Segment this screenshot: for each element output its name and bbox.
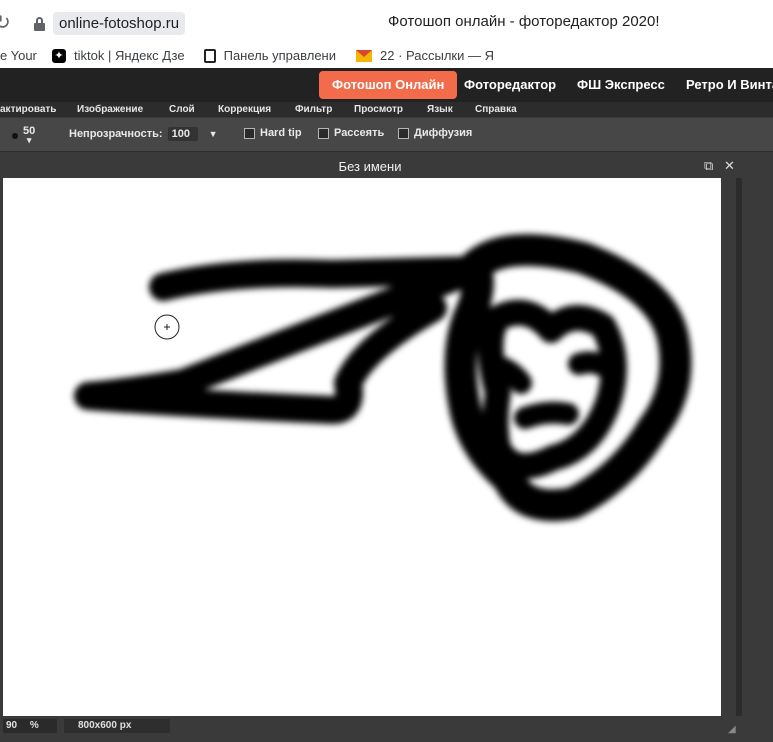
lock-icon[interactable] [34,16,45,31]
scatter-label: Рассеять [334,127,385,139]
close-icon[interactable]: ✕ [724,158,735,174]
brush-stroke-zigzag [74,256,487,424]
brush-stroke-face-inner [477,299,627,479]
brush-options-toolbar: 50 ▾ Непрозрачность: 100 ▼ Hard tip Расс… [0,117,773,152]
resize-grip-icon[interactable]: ◢ [728,724,738,735]
brush-stroke-eye-left [492,357,532,394]
bookmark-item[interactable]: e Your [0,48,40,63]
nav-item-photo-editor[interactable]: Фоторедактор [464,68,556,102]
browser-address-bar: ↻ online-fotoshop.ru Фотошоп онлайн - фо… [0,0,773,45]
menu-language[interactable]: Язык [427,102,453,117]
opacity-control: Непрозрачность: 100 ▼ [69,127,218,141]
menu-layer[interactable]: Слой [169,102,195,117]
bookmarks-bar: e Your ✦ tiktok | Яндекс Дзе Панель упра… [0,44,773,69]
url-text[interactable]: online-fotoshop.ru [53,11,186,35]
restore-window-icon[interactable]: ⧉ [704,158,713,174]
zoom-control[interactable]: 90 % [3,719,57,733]
scatter-option[interactable]: Рассеять [318,127,384,139]
bookmark-label: 22 · Рассылки — Я [380,48,494,63]
nav-item-express[interactable]: ФШ Экспресс [577,68,665,102]
brush-stroke-mouth [514,401,579,429]
document-size: 800x600 px [64,719,170,733]
zoom-unit: % [29,720,39,731]
brush-stroke-eye-right [568,351,614,377]
vertical-scrollbar[interactable] [736,178,742,716]
sparkle-icon: ✦ [52,48,66,63]
bookmark-label: Панель управлени [223,48,336,63]
hard-tip-label: Hard tip [260,127,302,139]
address-field[interactable]: online-fotoshop.ru [28,10,191,36]
document-status-bar: 90 % 800x600 px [0,718,740,734]
menu-view[interactable]: Просмотр [354,102,403,117]
document-title-bar: Без имени [0,157,740,177]
bookmark-item-tiktok[interactable]: ✦ tiktok | Яндекс Дзе [52,48,192,63]
hard-tip-option[interactable]: Hard tip [244,127,302,139]
diffusion-label: Диффузия [414,127,473,139]
brush-size-control[interactable]: 50 ▾ [0,126,35,145]
scatter-checkbox[interactable] [318,127,329,139]
menu-image[interactable]: Изображение [77,102,143,117]
diffusion-checkbox[interactable] [398,127,409,139]
zoom-value[interactable]: 90 [6,720,17,731]
bookmark-label: tiktok | Яндекс Дзе [74,48,185,63]
menu-correction[interactable]: Коррекция [218,102,271,117]
page-tab-title: Фотошоп онлайн - фотоpедактоp 2020! [388,13,660,30]
drawing-canvas[interactable] [3,178,721,716]
menu-edit[interactable]: актировать [0,102,56,117]
menu-filter[interactable]: Фильтр [295,102,332,117]
nav-item-retro[interactable]: Ретро И Винта [686,68,773,102]
bookmark-item-panel[interactable]: Панель управлени [204,48,336,63]
document-title: Без имени [338,159,402,174]
opacity-input[interactable]: 100 [167,127,198,141]
diffusion-option[interactable]: Диффузия [398,127,472,139]
chevron-down-icon[interactable]: ▼ [209,129,218,139]
brush-cursor [154,314,180,340]
hard-tip-checkbox[interactable] [244,127,255,139]
bookmark-item-mail[interactable]: 22 · Рассылки — Я [356,48,496,63]
nav-item-photoshop-online[interactable]: Фотошоп Онлайн [319,71,458,99]
chevron-down-icon[interactable]: ▾ [27,136,32,145]
brush-dot-icon [12,133,18,139]
panel-icon [204,48,216,63]
menu-help[interactable]: Справка [475,102,517,117]
bookmark-label: e Your [0,48,37,63]
canvas-artwork [74,234,692,522]
reload-icon[interactable]: ↻ [0,10,11,35]
menu-bar: актировать Изображение Слой Коррекция Фи… [0,102,773,117]
site-nav: Фотошоп Онлайн Фоторедактор ФШ Экспресс … [0,68,773,102]
mail-icon [356,49,372,62]
opacity-label: Непрозрачность: [69,128,163,140]
